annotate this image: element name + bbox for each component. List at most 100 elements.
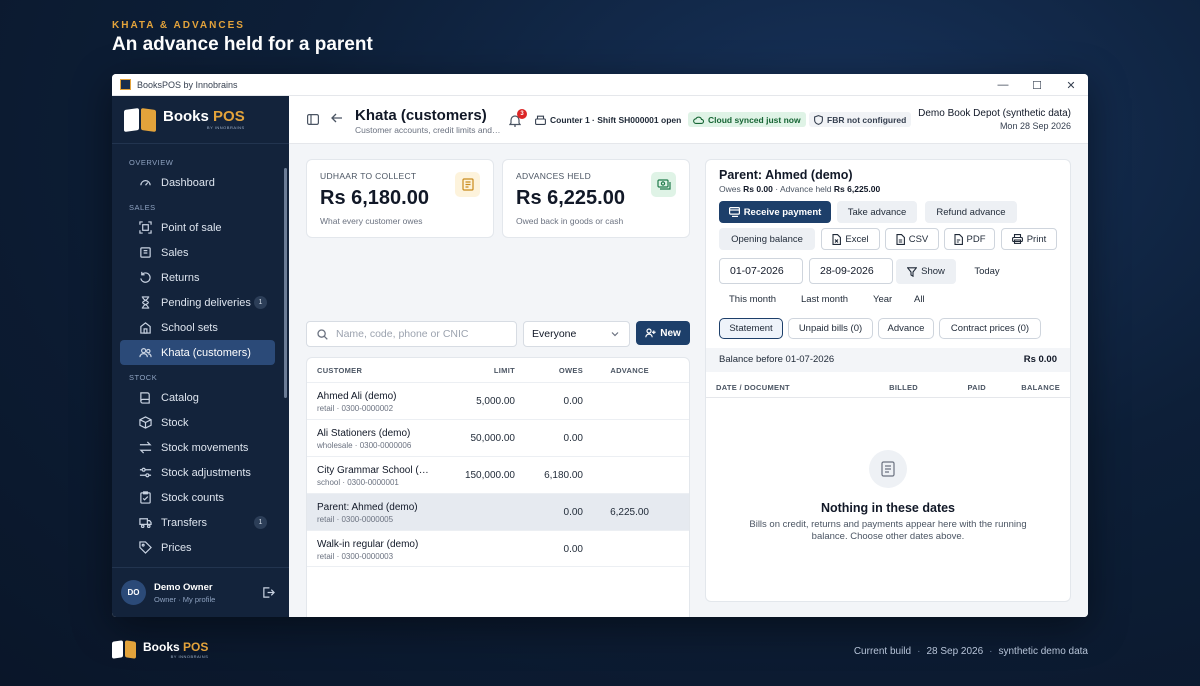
customer-meta: school · 0300-0000001 — [317, 478, 399, 487]
print-button[interactable]: Print — [1001, 228, 1057, 250]
sidebar-item-returns[interactable]: Returns — [120, 265, 275, 290]
sidebar-item-dashboard[interactable]: Dashboard — [120, 170, 275, 195]
table-row[interactable]: Ahmed Ali (demo) retail · 0300-0000002 5… — [307, 382, 689, 419]
sidebar-item-label: Dashboard — [161, 176, 215, 189]
today-button[interactable]: Today — [964, 259, 1010, 284]
back-arrow-icon[interactable] — [331, 112, 343, 124]
scan-icon — [138, 221, 152, 235]
customer-detail-panel: Parent: Ahmed (demo) Owes Rs 0.00 · Adva… — [705, 159, 1071, 602]
sidebar-nav: OVERVIEW Dashboard SALES Point of sale S… — [112, 150, 289, 558]
tab-contract-prices[interactable]: Contract prices (0) — [939, 318, 1041, 339]
close-icon[interactable]: ✕ — [1054, 74, 1088, 96]
receive-payment-button[interactable]: Receive payment — [719, 201, 831, 223]
fbr-text: FBR not configured — [827, 114, 907, 125]
date-to-field[interactable]: 28-09-2026 — [809, 258, 893, 284]
balance-before-label: Balance before 01-07-2026 — [719, 354, 835, 365]
brand-logo[interactable]: Books POS BY INNOBRAINS — [112, 96, 289, 144]
window-title: BooksPOS by Innobrains — [137, 79, 238, 90]
logout-icon[interactable] — [262, 586, 275, 599]
profile-role: Owner — [154, 594, 177, 604]
limit-cell: 50,000.00 — [470, 433, 516, 444]
column-header[interactable]: PAID — [967, 383, 986, 392]
column-header[interactable]: LIMIT — [473, 358, 515, 382]
sync-status-badge[interactable]: Cloud synced just now — [688, 112, 806, 127]
sidebar-item-label: Pending deliveries — [161, 296, 251, 309]
export-csv-button[interactable]: CSV — [885, 228, 939, 250]
sidebar-item-stock-movements[interactable]: Stock movements — [120, 435, 275, 460]
refund-advance-button[interactable]: Refund advance — [925, 201, 1017, 223]
stat-label: UDHAAR TO COLLECT — [320, 171, 417, 181]
advance-label: Advance held — [780, 184, 832, 194]
ledger-icon — [455, 172, 480, 197]
maximize-icon[interactable]: ☐ — [1020, 74, 1054, 96]
range-this-month[interactable]: This month — [729, 294, 776, 305]
range-all[interactable]: All — [914, 294, 925, 305]
notification-badge: 3 — [517, 109, 527, 119]
opening-balance-button[interactable]: Opening balance — [719, 228, 815, 250]
sidebar-item-stock-adjustments[interactable]: Stock adjustments — [120, 460, 275, 485]
customer-name: Parent: Ahmed (demo) — [317, 502, 418, 513]
payment-icon — [728, 207, 740, 217]
app-window: BooksPOS by Innobrains — ☐ ✕ Books POS B… — [112, 74, 1088, 617]
sidebar-item-sales[interactable]: Sales — [120, 240, 275, 265]
user-profile[interactable]: DO Demo Owner Owner · My profile — [112, 567, 289, 617]
table-row[interactable]: City Grammar School (demo) school · 0300… — [307, 456, 689, 493]
file-icon — [896, 233, 905, 245]
sidebar-item-prices[interactable]: Prices — [120, 535, 275, 558]
sidebar-item-label: School sets — [161, 321, 218, 334]
sidebar-item-label: Returns — [161, 271, 200, 284]
range-last-month[interactable]: Last month — [801, 294, 848, 305]
column-header[interactable]: OWES — [543, 358, 583, 382]
sidebar-item-transfers[interactable]: Transfers 1 — [120, 510, 275, 535]
sidebar-item-stock-counts[interactable]: Stock counts — [120, 485, 275, 510]
footer-separator: · — [989, 646, 993, 657]
tab-unpaid-bills[interactable]: Unpaid bills (0) — [788, 318, 873, 339]
my-profile-link[interactable]: My profile — [183, 595, 216, 604]
footer-data: synthetic demo data — [998, 646, 1089, 657]
section-sales: SALES — [129, 203, 156, 212]
sidebar-item-khata-customers[interactable]: Khata (customers) — [120, 340, 275, 365]
column-header[interactable]: ADVANCE — [603, 358, 649, 382]
export-excel-button[interactable]: Excel — [821, 228, 880, 250]
export-pdf-button[interactable]: PDF — [944, 228, 995, 250]
take-advance-button[interactable]: Take advance — [837, 201, 917, 223]
button-label: Show — [921, 266, 945, 277]
printer-icon — [1011, 234, 1023, 244]
tab-advance[interactable]: Advance — [878, 318, 934, 339]
sidebar-item-catalog[interactable]: Catalog — [120, 385, 275, 410]
sidebar-item-school-sets[interactable]: School sets — [120, 315, 275, 340]
button-label: Print — [1026, 233, 1047, 245]
column-header[interactable]: BILLED — [889, 383, 918, 392]
tab-statement[interactable]: Statement — [719, 318, 783, 339]
sidebar-item-label: Stock — [161, 416, 189, 429]
sidebar-scrollbar[interactable] — [284, 168, 287, 398]
book-icon — [138, 391, 152, 405]
column-header[interactable]: CUSTOMER — [317, 358, 362, 382]
sidebar-item-point-of-sale[interactable]: Point of sale — [120, 215, 275, 240]
table-row[interactable]: Walk-in regular (demo) retail · 0300-000… — [307, 530, 689, 567]
range-year[interactable]: Year — [873, 294, 892, 305]
fbr-status-badge[interactable]: FBR not configured — [809, 112, 912, 127]
search-box[interactable] — [306, 321, 517, 347]
sidebar-item-stock[interactable]: Stock — [120, 410, 275, 435]
owes-cell: 6,180.00 — [544, 470, 583, 481]
sidebar-toggle-icon[interactable] — [307, 114, 319, 125]
show-button[interactable]: Show — [896, 259, 956, 284]
customer-filter-select[interactable]: Everyone — [523, 321, 630, 347]
sync-text: Cloud synced just now — [708, 114, 801, 125]
button-label: Refund advance — [936, 206, 1006, 218]
table-row[interactable]: Ali Stationers (demo) wholesale · 0300-0… — [307, 419, 689, 456]
file-icon — [832, 233, 842, 245]
column-header[interactable]: BALANCE — [1021, 383, 1060, 392]
search-input[interactable] — [336, 328, 506, 340]
section-stock: STOCK — [129, 373, 158, 382]
minimize-icon[interactable]: — — [986, 74, 1020, 96]
sidebar-item-pending-deliveries[interactable]: Pending deliveries 1 — [120, 290, 275, 315]
receipt-icon — [138, 246, 152, 260]
column-header[interactable]: DATE / DOCUMENT — [716, 383, 790, 392]
summary-separator: · — [775, 184, 779, 194]
sidebar-item-label: Stock adjustments — [161, 466, 251, 479]
date-from-field[interactable]: 01-07-2026 — [719, 258, 803, 284]
new-customer-button[interactable]: New — [636, 321, 690, 345]
table-row-selected[interactable]: Parent: Ahmed (demo) retail · 0300-00000… — [307, 493, 689, 530]
